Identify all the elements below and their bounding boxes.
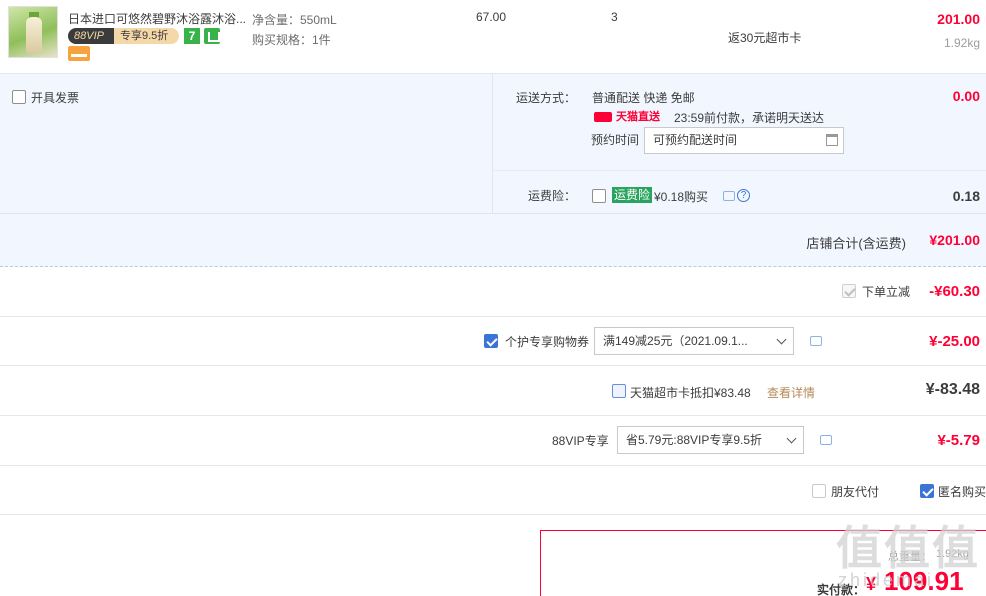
chat-icon[interactable] <box>723 191 735 201</box>
sku-spec: 购买规格：1件 <box>252 33 331 47</box>
insurance-fee: 0.18 <box>952 188 980 204</box>
anonymous-checkbox[interactable] <box>920 484 934 498</box>
vip-value: ¥-5.79 <box>937 432 980 449</box>
divider <box>0 316 986 317</box>
instant-discount-value: -¥60.30 <box>929 283 980 300</box>
instant-discount-checkbox <box>842 284 856 298</box>
insurance-checkbox[interactable] <box>592 189 606 203</box>
coupon-selected: 满149减25元（2021.09.1... <box>603 334 748 348</box>
delivery-label: 运送方式： <box>516 91 577 105</box>
product-image[interactable] <box>8 6 58 58</box>
shop-total-value: ¥201.00 <box>929 232 980 248</box>
quantity: 3 <box>611 10 618 24</box>
delivery-method: 普通配送 快递 免邮 <box>592 91 695 105</box>
calendar-icon[interactable] <box>826 134 838 146</box>
product-weight: 1.92kg <box>943 36 980 50</box>
watermark-logo: 值值值 <box>836 522 980 574</box>
chat-icon[interactable] <box>820 435 832 445</box>
delivery-fee: 0.00 <box>952 88 980 104</box>
divider <box>0 465 986 466</box>
unit-price: 67.00 <box>476 10 507 24</box>
product-title[interactable]: 日本进口可悠然碧野沐浴露沐浴... <box>68 10 248 27</box>
invoice-checkbox[interactable] <box>12 90 26 104</box>
product-subtotal: 201.00 <box>937 11 980 27</box>
vip-badge-left: 88VIP <box>74 30 104 42</box>
watermark-text: zhidemai <box>838 570 935 590</box>
chat-icon[interactable] <box>810 336 822 346</box>
supermarket-card-value: ¥-83.48 <box>925 381 980 398</box>
invoice-label[interactable]: 开具发票 <box>31 89 79 106</box>
divider <box>492 170 986 171</box>
vip-badge: 88VIP 专享9.5折 <box>68 28 179 44</box>
supermarket-card-checkbox[interactable] <box>612 384 626 398</box>
coupon-label: 个护专享购物券 <box>505 335 590 349</box>
friend-pay-checkbox[interactable] <box>812 484 826 498</box>
tmall-direct-tag: 天猫直送 <box>592 110 664 124</box>
divider <box>0 365 986 366</box>
divider <box>492 73 493 213</box>
chevron-down-icon <box>776 334 787 345</box>
vip-badge-right: 专享9.5折 <box>120 30 169 42</box>
bottle-shape <box>26 17 42 53</box>
divider <box>0 213 986 214</box>
instant-discount-label: 下单立减 <box>862 285 911 299</box>
vip-selected: 省5.79元:88VIP专享9.5折 <box>626 433 763 447</box>
chevron-down-icon <box>786 433 797 444</box>
card-icon <box>68 46 90 61</box>
seven-day-return-icon: 7 <box>184 28 200 44</box>
insurance-tag: 运费险 <box>612 187 653 203</box>
shop-bag-icon <box>204 28 220 44</box>
appointment-placeholder: 可预约配送时间 <box>653 133 738 147</box>
vip-label: 88VIP专享 <box>552 434 609 448</box>
supermarket-card-detail-link[interactable]: 查看详情 <box>767 384 815 401</box>
anonymous-label[interactable]: 匿名购买 <box>938 483 986 500</box>
appointment-date-input[interactable]: 可预约配送时间 <box>644 127 844 154</box>
delivery-promise: 23:59前付款，承诺明天送达 <box>674 111 825 125</box>
coupon-checkbox[interactable] <box>484 334 498 348</box>
insurance-price: ¥0.18购买 <box>654 190 709 204</box>
help-icon[interactable]: ? <box>737 189 750 202</box>
appointment-label: 预约时间 <box>591 133 640 147</box>
coupon-value: ¥-25.00 <box>929 333 980 350</box>
rebate-text: 返30元超市卡 <box>728 31 802 45</box>
friend-pay-label[interactable]: 朋友代付 <box>831 483 879 500</box>
sku-net-content: 净含量：550mL <box>252 13 337 27</box>
vip-select[interactable]: 省5.79元:88VIP专享9.5折 <box>617 426 804 454</box>
divider <box>0 415 986 416</box>
coupon-select[interactable]: 满149减25元（2021.09.1... <box>594 327 794 355</box>
supermarket-card-label: 天猫超市卡抵扣¥83.48 <box>630 386 751 400</box>
insurance-label: 运费险： <box>528 189 577 203</box>
shop-total-label: 店铺合计(含运费) <box>806 236 906 251</box>
